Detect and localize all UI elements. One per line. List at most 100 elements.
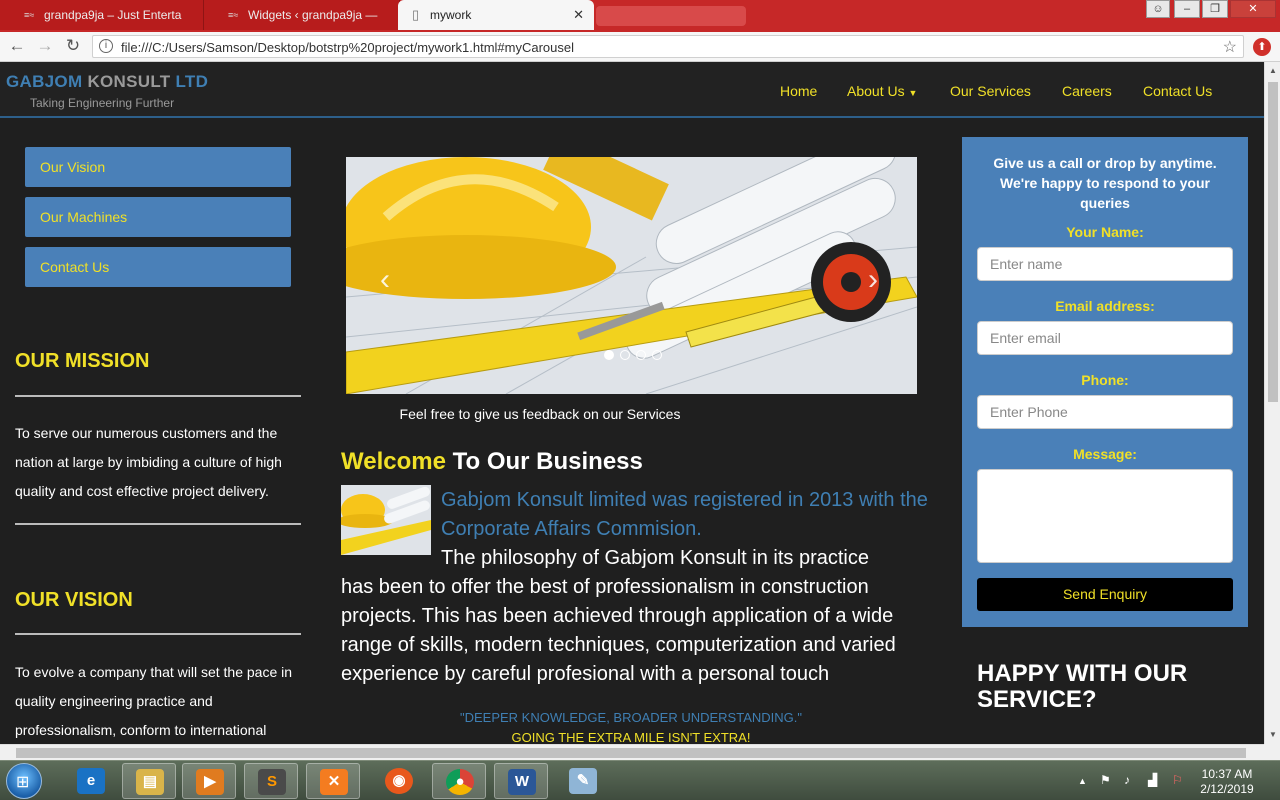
mission-divider-bottom (15, 523, 301, 525)
maximize-window-icon[interactable]: ❐ (1202, 0, 1228, 18)
message-label: Message: (1073, 446, 1137, 462)
phone-label: Phone: (1081, 372, 1129, 388)
clock-time: 10:37 AM (1201, 767, 1253, 781)
scroll-up-arrow-icon[interactable]: ▲ (1269, 66, 1277, 75)
system-clock[interactable]: 10:37 AM 2/12/2019 (1196, 767, 1258, 797)
sublime-text-icon: S (258, 769, 286, 795)
nav-about-dropdown[interactable]: About Us ▼ (847, 83, 917, 99)
windows-logo-icon: ⊞ (16, 774, 30, 791)
info-icon[interactable]: i (99, 39, 113, 53)
user-profile-icon[interactable]: ☺ (1146, 0, 1170, 18)
mission-heading: OUR MISSION (15, 350, 150, 372)
sidebar-button-our-vision[interactable]: Our Vision (25, 147, 291, 187)
address-bar: ← → ↻ i file:///C:/Users/Samson/Desktop/… (0, 32, 1280, 62)
carousel-dot-4[interactable] (652, 350, 662, 360)
taskbar-word[interactable]: W (494, 763, 548, 799)
happy-heading: HAPPY WITH OUR SERVICE? (977, 660, 1188, 713)
internet-explorer-icon: e (77, 768, 105, 794)
show-hidden-icons-icon[interactable]: ▲ (1078, 776, 1087, 786)
horizontal-scroll-thumb[interactable] (16, 748, 1246, 758)
brand-tagline: Taking Engineering Further (30, 96, 175, 110)
clock-date: 2/12/2019 (1200, 782, 1254, 796)
nav-careers-link[interactable]: Careers (1062, 83, 1112, 99)
welcome-heading: Welcome To Our Business (341, 448, 643, 476)
taskbar-firefox[interactable]: ◉ (372, 763, 426, 799)
page-icon: ▯ (412, 7, 420, 22)
registration-text: Gabjom Konsult limited was registered in… (441, 489, 928, 540)
sidebar-button-contact-us[interactable]: Contact Us (25, 247, 291, 287)
vision-divider (15, 633, 301, 635)
carousel-indicators (604, 347, 668, 365)
taskbar-paint[interactable]: ✎ (556, 763, 610, 799)
page-content: Our Vision Our Machines Contact Us OUR M… (0, 120, 1264, 744)
carousel-prev-arrow-icon[interactable]: ‹ (380, 263, 390, 297)
nav-about-label: About Us (847, 83, 905, 99)
browser-tab-mywork[interactable]: ▯ mywork ✕ (398, 0, 594, 30)
nav-home-link[interactable]: Home (780, 83, 817, 99)
grandpa9ja-favicon-icon: ≡≈ (24, 10, 35, 20)
file-explorer-icon: ▤ (136, 769, 164, 795)
minimize-window-icon[interactable]: – (1174, 0, 1200, 18)
start-button[interactable]: ⊞ (6, 763, 42, 799)
carousel-dot-1[interactable] (604, 350, 614, 360)
taskbar-sublime-text[interactable]: S (244, 763, 298, 799)
network-signal-icon[interactable]: ▟ (1148, 773, 1157, 787)
sidebar-button-our-machines[interactable]: Our Machines (25, 197, 291, 237)
philosophy-text-first: The philosophy of Gabjom Konsult in its … (441, 547, 869, 569)
phone-input[interactable] (977, 395, 1233, 429)
browser-tab-grandpa9ja[interactable]: ≡≈ grandpa9ja – Just Enterta (0, 0, 204, 30)
flag-warning-icon[interactable]: ⚐ (1172, 773, 1183, 787)
windows-taskbar: ⊞ e ▤ ▶ S ✕ ◉ ● W ✎ ▲ ⚑ ♪ ▟ ⚐ 10:37 AM 2… (0, 760, 1280, 800)
scroll-down-arrow-icon[interactable]: ▼ (1269, 730, 1277, 739)
image-carousel[interactable]: ‹ › (346, 157, 917, 394)
brand-logo[interactable]: GABJOM KONSULT LTD (6, 72, 208, 92)
carousel-next-arrow-icon[interactable]: › (868, 263, 878, 297)
chrome-icon: ● (446, 769, 474, 795)
extension-icon[interactable]: ⬆ (1253, 38, 1271, 56)
horizontal-scrollbar[interactable] (0, 744, 1264, 760)
message-textarea[interactable] (977, 469, 1233, 563)
mission-divider (15, 395, 301, 397)
carousel-dot-2[interactable] (620, 350, 630, 360)
close-tab-icon[interactable]: ✕ (573, 7, 584, 23)
paint-icon: ✎ (569, 768, 597, 794)
mission-text: To serve our numerous customers and the … (15, 425, 282, 499)
taskbar-file-explorer[interactable]: ▤ (122, 763, 176, 799)
back-arrow-icon[interactable]: ← (6, 36, 28, 56)
word-icon: W (508, 769, 536, 795)
url-field[interactable]: i file:///C:/Users/Samson/Desktop/botstr… (92, 35, 1244, 58)
vertical-scrollbar[interactable]: ▲ ▼ (1264, 62, 1280, 744)
nav-services-link[interactable]: Our Services (950, 83, 1031, 99)
taskbar-chrome[interactable]: ● (432, 763, 486, 799)
volume-icon[interactable]: ♪ (1124, 773, 1130, 787)
carousel-dot-3[interactable] (636, 350, 646, 360)
browser-tabstrip: ≡≈ grandpa9ja – Just Enterta ≡≈ Widgets … (0, 0, 1280, 32)
nav-contact-link[interactable]: Contact Us (1143, 83, 1212, 99)
email-input[interactable] (977, 321, 1233, 355)
taskbar-media-player[interactable]: ▶ (182, 763, 236, 799)
close-window-icon[interactable]: ✕ (1230, 0, 1276, 18)
name-input[interactable] (977, 247, 1233, 281)
reload-icon[interactable]: ↻ (62, 36, 84, 56)
forward-arrow-icon[interactable]: → (34, 36, 56, 56)
bookmark-star-icon[interactable]: ☆ (1223, 37, 1237, 57)
action-center-icon[interactable]: ⚑ (1100, 773, 1111, 787)
vertical-scroll-thumb[interactable] (1268, 82, 1278, 402)
brand-part3: LTD (175, 72, 209, 91)
firefox-icon: ◉ (385, 768, 413, 794)
browser-tab-widgets[interactable]: ≡≈ Widgets ‹ grandpa9ja — (204, 0, 400, 30)
welcome-highlight: Welcome (341, 448, 446, 475)
tab-title: grandpa9ja – Just Enterta (44, 8, 182, 22)
brand-part2: KONSULT (87, 72, 171, 91)
vision-heading: OUR VISION (15, 589, 133, 611)
welcome-rest: To Our Business (452, 448, 643, 475)
new-tab-button[interactable] (596, 6, 746, 26)
philosophy-text-rest: has been to offer the best of profession… (341, 576, 896, 685)
send-enquiry-button[interactable]: Send Enquiry (977, 578, 1233, 611)
url-text[interactable]: file:///C:/Users/Samson/Desktop/botstrp%… (121, 40, 574, 55)
taskbar-internet-explorer[interactable]: e (64, 763, 118, 799)
vision-text: To evolve a company that will set the pa… (15, 664, 293, 738)
xampp-icon: ✕ (320, 769, 348, 795)
quote-extra-mile: GOING THE EXTRA MILE ISN'T EXTRA! (511, 730, 751, 744)
taskbar-xampp[interactable]: ✕ (306, 763, 360, 799)
